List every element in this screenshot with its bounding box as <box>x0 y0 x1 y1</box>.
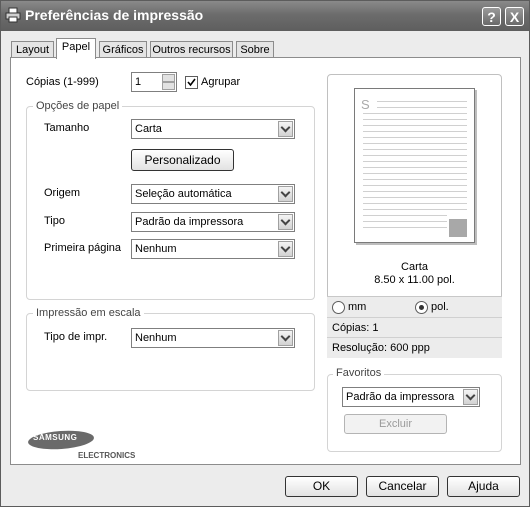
print-preferences-window: Preferências de impressão ? X Layout Pap… <box>0 0 530 507</box>
paper-letter: S <box>361 97 370 112</box>
paper-tab-panel: Cópias (1-999) 1 Agrupar Opções de papel… <box>10 57 521 465</box>
type-select[interactable]: Padrão da impressora <box>131 212 295 232</box>
copies-summary: Cópias: 1 <box>332 322 379 334</box>
source-select[interactable]: Seleção automática <box>131 184 295 204</box>
tab-paper[interactable]: Papel <box>56 38 96 59</box>
custom-size-button[interactable]: Personalizado <box>131 149 234 171</box>
chevron-down-icon[interactable] <box>278 330 293 346</box>
tab-graphics[interactable]: Gráficos <box>99 41 147 58</box>
help-title-button[interactable]: ? <box>482 7 501 26</box>
copies-stepper[interactable]: 1 <box>131 72 177 92</box>
radio-dot-icon <box>419 305 424 310</box>
scaling-group <box>26 313 315 391</box>
stepper-down-icon[interactable] <box>162 82 175 90</box>
checkmark-icon <box>187 78 196 87</box>
chevron-down-icon[interactable] <box>278 121 293 137</box>
scaling-type-value: Nenhum <box>135 332 177 344</box>
cancel-button[interactable]: Cancelar <box>366 476 439 497</box>
image-placeholder-icon <box>449 219 467 237</box>
favorites-group <box>327 374 502 452</box>
preview-info: mm pol. Cópias: 1 Resolução: 600 ppp <box>327 296 502 358</box>
logo-sub: ELECTRONICS <box>78 451 136 460</box>
stepper-up-icon[interactable] <box>162 74 175 82</box>
printer-icon <box>5 7 21 23</box>
scaling-type-label: Tipo de impr. <box>44 331 108 343</box>
type-value: Padrão da impressora <box>135 216 244 228</box>
resolution-summary: Resolução: 600 ppp <box>332 342 430 354</box>
logo-brand: SAMSUNG <box>33 433 78 442</box>
paper-preview: S <box>354 88 475 243</box>
scaling-title: Impressão em escala <box>33 307 144 319</box>
close-button[interactable]: X <box>505 7 524 26</box>
copies-value[interactable]: 1 <box>135 76 141 88</box>
delete-favorite-button[interactable]: Excluir <box>344 414 447 434</box>
chevron-down-icon[interactable] <box>278 186 293 202</box>
ok-button[interactable]: OK <box>285 476 358 497</box>
unit-pol-radio[interactable] <box>415 301 428 314</box>
unit-mm-radio[interactable] <box>332 301 345 314</box>
tab-about[interactable]: Sobre <box>236 41 274 58</box>
size-label: Tamanho <box>44 122 90 134</box>
source-value: Seleção automática <box>135 188 232 200</box>
tab-other-features[interactable]: Outros recursos <box>150 41 233 58</box>
window-title: Preferências de impressão <box>25 7 204 23</box>
tab-layout[interactable]: Layout <box>11 41 54 58</box>
first-page-value: Nenhum <box>135 243 177 255</box>
paper-dims: 8.50 x 11.00 pol. <box>374 274 455 286</box>
collate-label: Agrupar <box>201 76 241 88</box>
paper-name: Carta <box>401 261 428 273</box>
scaling-type-select[interactable]: Nenhum <box>131 328 295 348</box>
help-button[interactable]: Ajuda <box>447 476 520 497</box>
favorites-select[interactable]: Padrão da impressora <box>342 387 480 407</box>
chevron-down-icon[interactable] <box>278 214 293 230</box>
size-value: Carta <box>135 123 162 135</box>
collate-checkbox[interactable] <box>185 76 198 89</box>
favorites-title: Favoritos <box>333 367 385 379</box>
unit-mm-label: mm <box>348 301 367 313</box>
type-label: Tipo <box>44 215 65 227</box>
source-label: Origem <box>44 187 81 199</box>
unit-pol-label: pol. <box>431 301 449 313</box>
chevron-down-icon[interactable] <box>278 241 293 257</box>
favorites-value: Padrão da impressora <box>346 391 455 403</box>
first-page-label: Primeira página <box>44 242 122 254</box>
size-select[interactable]: Carta <box>131 119 295 139</box>
copies-label: Cópias (1-999) <box>26 76 99 88</box>
first-page-select[interactable]: Nenhum <box>131 239 295 259</box>
title-bar[interactable]: Preferências de impressão ? X <box>1 1 529 31</box>
paper-options-title: Opções de papel <box>33 100 123 112</box>
chevron-down-icon[interactable] <box>463 389 478 405</box>
